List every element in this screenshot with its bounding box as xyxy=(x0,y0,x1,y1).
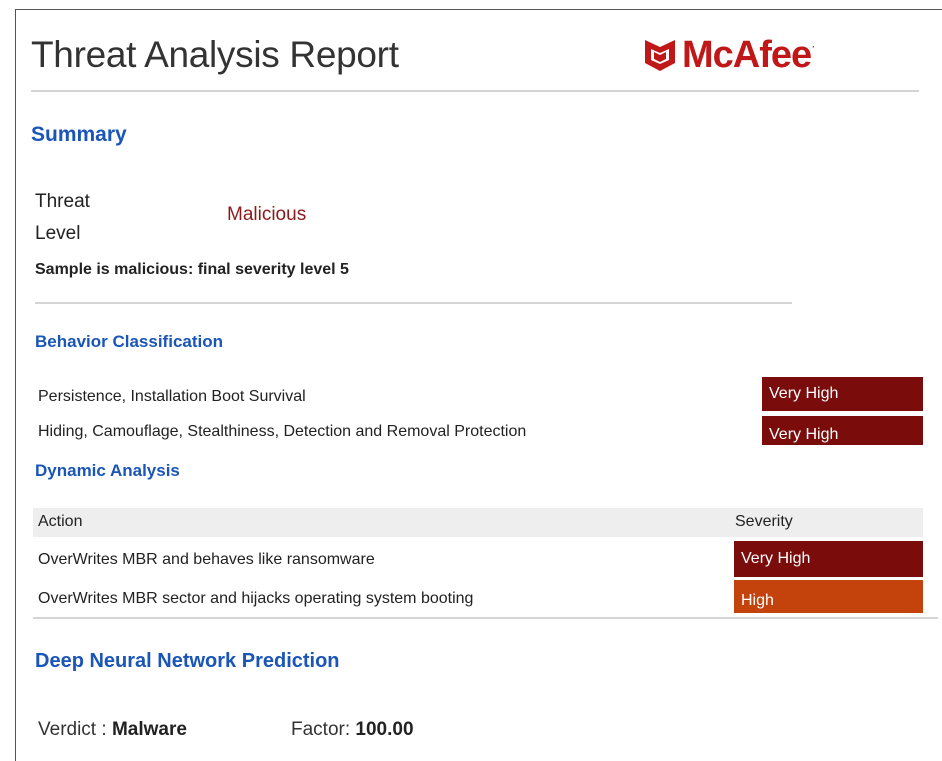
factor-label: Factor: xyxy=(291,719,351,740)
dynamic-severity-badge: High xyxy=(734,580,923,613)
dynamic-severity-badge: Very High xyxy=(734,541,923,577)
dynamic-row-action: OverWrites MBR and behaves like ransomwa… xyxy=(38,551,375,568)
summary-description: Sample is malicious: final severity leve… xyxy=(35,261,349,278)
report-title: Threat Analysis Report xyxy=(31,34,399,75)
column-header-action: Action xyxy=(38,513,83,530)
shield-logo-icon xyxy=(645,40,675,71)
summary-divider xyxy=(35,302,792,304)
title-divider xyxy=(31,90,919,92)
dnn-prediction-heading: Deep Neural Network Prediction xyxy=(35,650,340,672)
dynamic-row-action: OverWrites MBR sector and hijacks operat… xyxy=(38,590,474,607)
threat-level-value: Malicious xyxy=(227,204,307,225)
threat-level-label: Threat Level xyxy=(35,191,90,244)
brand-logo-text: McAfee· xyxy=(682,33,815,76)
verdict-field: Verdict : Malware xyxy=(38,719,187,741)
factor-value: 100.00 xyxy=(355,719,414,740)
behavior-severity-badge: Very High xyxy=(762,377,923,411)
dynamic-analysis-heading: Dynamic Analysis xyxy=(35,461,180,480)
verdict-value: Malware xyxy=(111,719,187,740)
behavior-row-label: Persistence, Installation Boot Survival xyxy=(38,388,306,405)
behavior-row-label: Hiding, Camouflage, Stealthiness, Detect… xyxy=(38,423,527,440)
page-border-left xyxy=(15,9,16,761)
column-header-severity: Severity xyxy=(735,513,793,530)
verdict-label: Verdict : xyxy=(38,719,107,740)
factor-field: Factor: 100.00 xyxy=(291,719,414,741)
brand-logo: McAfee· xyxy=(644,33,815,76)
behavior-classification-heading: Behavior Classification xyxy=(35,332,224,351)
report-page: Threat Analysis Report McAfee· Summary T… xyxy=(0,0,942,761)
behavior-severity-badge: Very High xyxy=(762,416,923,445)
dynamic-analysis-divider xyxy=(33,617,938,619)
page-border-top xyxy=(15,9,942,10)
summary-heading: Summary xyxy=(31,123,127,146)
